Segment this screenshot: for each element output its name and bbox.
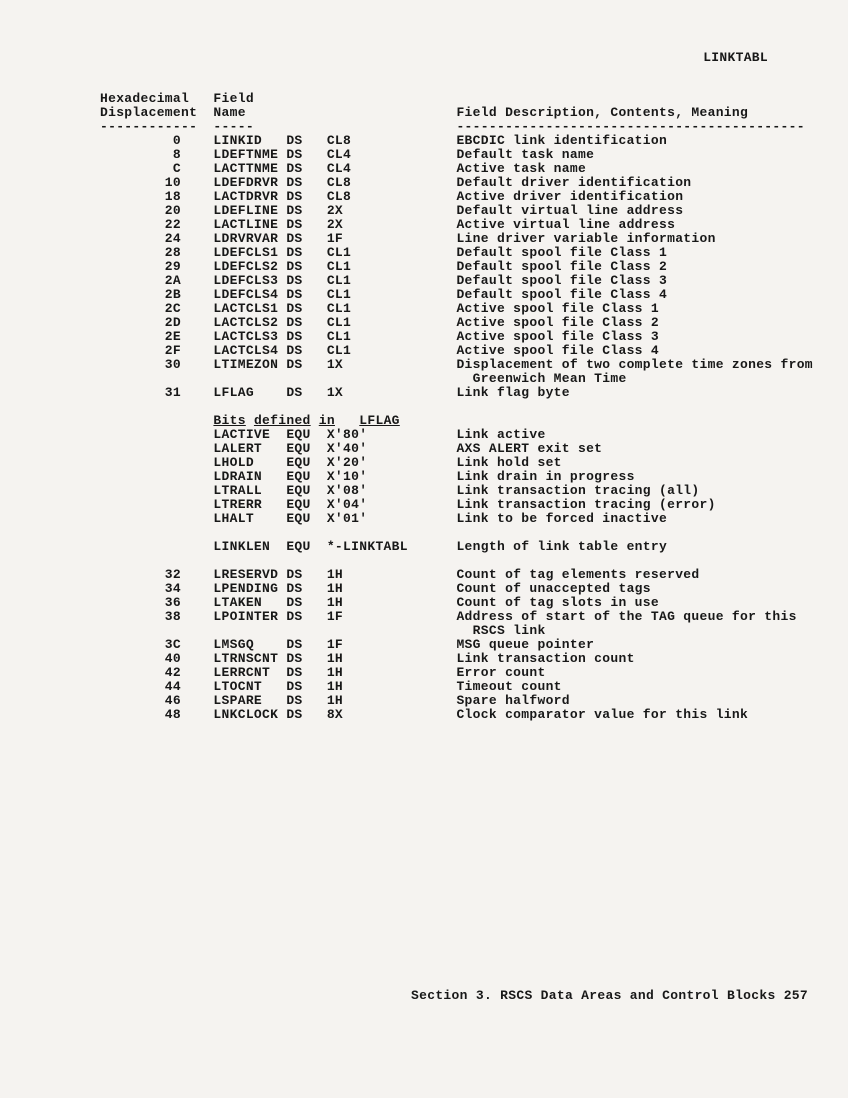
control-block-listing: Hexadecimal Field Displacement Name Fiel… [100,92,808,722]
page-footer: Section 3. RSCS Data Areas and Control B… [411,988,808,1003]
page-label-top-right: LINKTABL [703,50,768,65]
page: LINKTABL Hexadecimal Field Displacement … [100,50,808,722]
